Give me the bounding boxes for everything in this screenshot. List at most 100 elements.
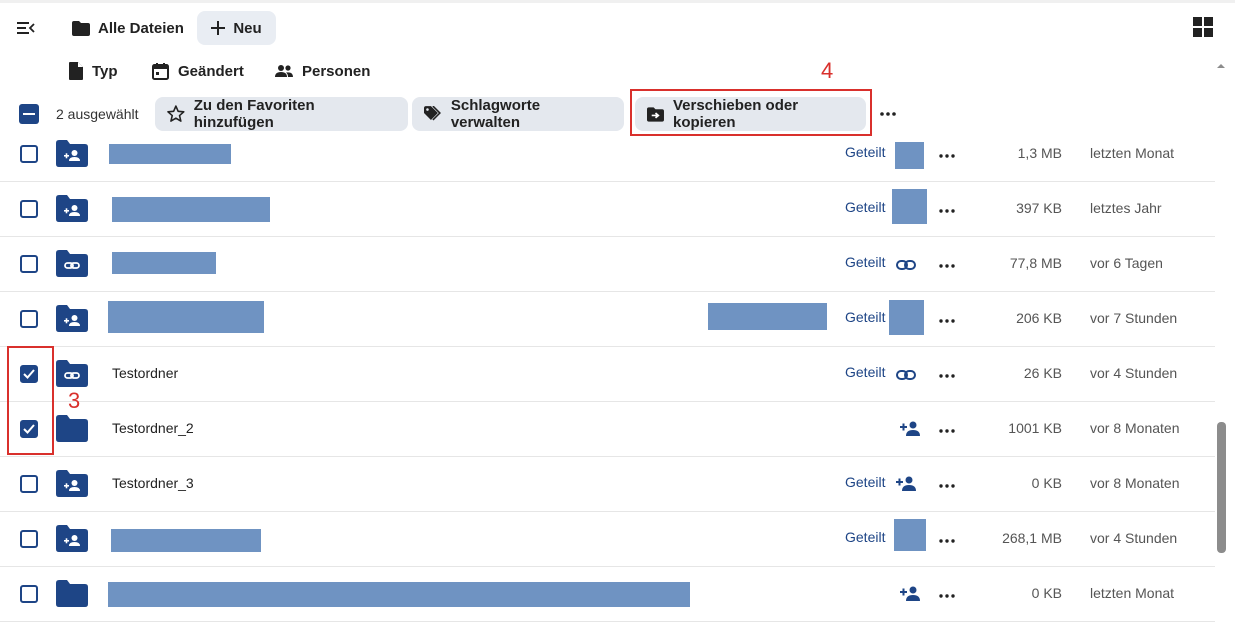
shared-label[interactable]: Geteilt xyxy=(845,529,885,545)
add-person-icon[interactable] xyxy=(900,420,922,442)
redacted-area xyxy=(112,197,270,222)
link-folder-icon xyxy=(55,358,89,388)
filter-type-label: Typ xyxy=(92,62,118,80)
row-actions-icon[interactable] xyxy=(939,530,959,548)
shared-folder-icon xyxy=(55,468,89,498)
file-name[interactable]: Testordner_3 xyxy=(112,475,194,491)
redacted-area xyxy=(108,301,264,333)
file-size: 1001 KB xyxy=(1008,420,1062,436)
file-row[interactable]: Testordner Geteilt 26 KB vor 4 Stunden xyxy=(0,347,1215,402)
file-size: 397 KB xyxy=(1016,200,1062,216)
file-modified: vor 8 Monaten xyxy=(1090,420,1180,436)
minus-icon xyxy=(23,113,35,115)
menu-collapse-icon[interactable] xyxy=(14,16,38,40)
tag-icon xyxy=(424,106,441,121)
shared-label[interactable]: Geteilt xyxy=(845,309,885,325)
file-modified: letztes Jahr xyxy=(1090,200,1162,216)
link-icon[interactable] xyxy=(896,368,918,390)
row-checkbox[interactable] xyxy=(20,145,38,163)
row-checkbox[interactable] xyxy=(20,200,38,218)
row-actions-icon[interactable] xyxy=(939,365,959,383)
shared-label[interactable]: Geteilt xyxy=(845,144,885,160)
row-actions-icon[interactable] xyxy=(939,145,959,163)
shared-label[interactable]: Geteilt xyxy=(845,364,885,380)
more-actions-icon[interactable] xyxy=(878,104,898,124)
redacted-area xyxy=(111,529,261,552)
new-button-label: Neu xyxy=(233,19,262,37)
file-modified: vor 4 Stunden xyxy=(1090,530,1178,546)
manage-tags-label: Schlagworte verwalten xyxy=(450,97,541,131)
row-checkbox[interactable] xyxy=(20,310,38,328)
grid-view-icon[interactable] xyxy=(1192,16,1216,40)
scroll-up-icon[interactable] xyxy=(1215,57,1227,75)
shared-folder-icon xyxy=(55,138,89,168)
file-row[interactable]: Geteilt 77,8 MB vor 6 Tagen xyxy=(0,237,1215,292)
manage-tags-button[interactable]: Schlagworte verwalten xyxy=(412,97,624,131)
top-border xyxy=(0,0,1235,3)
file-row[interactable]: 0 KB letzten Monat xyxy=(0,567,1215,622)
row-actions-icon[interactable] xyxy=(939,255,959,273)
file-row[interactable]: Testordner_2 1001 KB vor 8 Monaten xyxy=(0,402,1215,457)
row-checkbox[interactable] xyxy=(20,530,38,548)
add-person-icon[interactable] xyxy=(896,475,918,497)
add-person-icon[interactable] xyxy=(900,585,922,607)
link-icon[interactable] xyxy=(896,258,918,280)
redacted-area xyxy=(112,252,216,274)
filter-modified[interactable]: Geändert xyxy=(152,59,244,83)
row-checkbox[interactable] xyxy=(20,585,38,603)
row-actions-icon[interactable] xyxy=(939,310,959,328)
plus-icon xyxy=(211,21,226,35)
row-actions-icon[interactable] xyxy=(939,200,959,218)
redacted-area xyxy=(109,144,231,164)
file-row[interactable]: Geteilt 1,3 MB letzten Monat xyxy=(0,127,1215,182)
shared-label[interactable]: Geteilt xyxy=(845,474,885,490)
new-button[interactable]: Neu xyxy=(197,11,276,45)
file-size: 0 KB xyxy=(1031,475,1062,491)
select-all-checkbox[interactable] xyxy=(19,104,39,124)
selection-count: 2 ausgewählt xyxy=(56,106,139,122)
file-size: 0 KB xyxy=(1031,585,1062,601)
folder-icon xyxy=(55,578,89,608)
add-favorites-button[interactable]: Zu den Favoriten hinzufügen xyxy=(155,97,408,131)
file-row[interactable]: Geteilt 268,1 MB vor 4 Stunden xyxy=(0,512,1215,567)
filter-people-label: Personen xyxy=(302,62,371,80)
link-folder-icon xyxy=(55,248,89,278)
redacted-area xyxy=(108,582,690,607)
file-icon xyxy=(69,62,83,80)
file-size: 268,1 MB xyxy=(1002,530,1062,546)
star-icon xyxy=(167,105,185,122)
file-name[interactable]: Testordner xyxy=(112,365,178,381)
breadcrumb-all-files[interactable]: Alle Dateien xyxy=(72,16,184,40)
redacted-area xyxy=(889,300,924,335)
file-size: 206 KB xyxy=(1016,310,1062,326)
file-modified: letzten Monat xyxy=(1090,585,1175,601)
row-actions-icon[interactable] xyxy=(939,585,959,603)
shared-folder-icon xyxy=(55,523,89,553)
filter-type[interactable]: Typ xyxy=(69,59,118,83)
folder-icon xyxy=(72,20,90,36)
file-row[interactable]: Geteilt 397 KB letztes Jahr xyxy=(0,182,1215,237)
file-modified: vor 4 Stunden xyxy=(1090,365,1178,381)
row-actions-icon[interactable] xyxy=(939,420,959,438)
folder-icon xyxy=(55,413,89,443)
file-name[interactable]: Testordner_2 xyxy=(112,420,194,436)
annotation-highlight-checkboxes xyxy=(7,346,54,455)
row-checkbox[interactable] xyxy=(20,475,38,493)
row-checkbox[interactable] xyxy=(20,255,38,273)
shared-folder-icon xyxy=(55,303,89,333)
file-size: 26 KB xyxy=(1023,365,1062,381)
file-row[interactable]: Geteilt 206 KB vor 7 Stunden xyxy=(0,292,1215,347)
redacted-area xyxy=(895,142,924,169)
file-row[interactable]: Testordner_3 Geteilt 0 KB vor 8 Monaten xyxy=(0,457,1215,512)
people-icon xyxy=(275,65,293,77)
row-actions-icon[interactable] xyxy=(939,475,959,493)
scrollbar-thumb[interactable] xyxy=(1217,422,1226,553)
annotation-step-3: 3 xyxy=(68,388,81,413)
shared-label[interactable]: Geteilt xyxy=(845,199,885,215)
redacted-area xyxy=(894,519,926,551)
file-modified: letzten Monat xyxy=(1090,145,1175,161)
shared-folder-icon xyxy=(55,193,89,223)
shared-label[interactable]: Geteilt xyxy=(845,254,885,270)
calendar-icon xyxy=(152,62,169,80)
filter-people[interactable]: Personen xyxy=(275,59,370,83)
